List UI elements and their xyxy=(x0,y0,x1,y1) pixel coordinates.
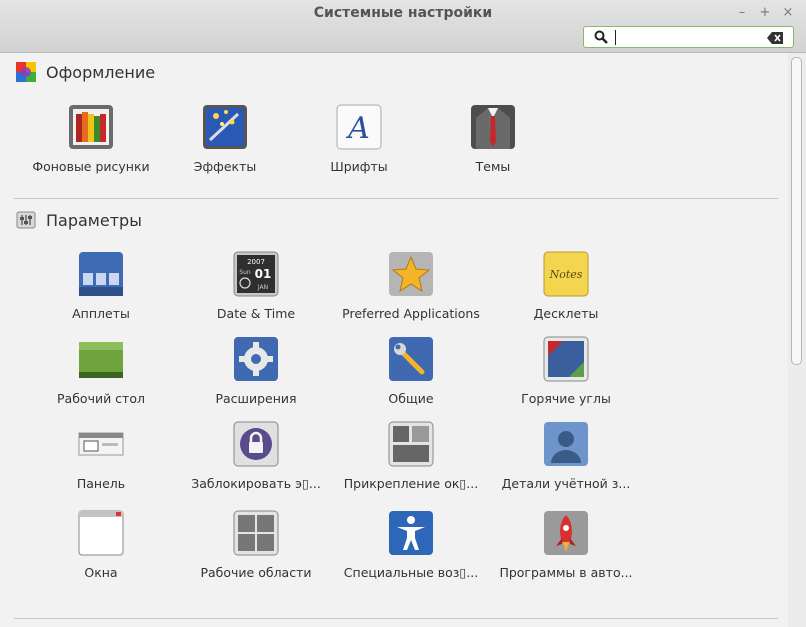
palette-icon xyxy=(16,62,36,82)
settings-item-account-details[interactable]: Детали учётной з... xyxy=(486,421,646,491)
settings-item-label: Окна xyxy=(84,565,118,580)
star-icon xyxy=(389,252,433,296)
settings-item-hot-corners[interactable]: Горячие углы xyxy=(486,336,646,406)
workspaces-icon xyxy=(233,510,279,556)
settings-item-label: Горячие углы xyxy=(521,391,611,406)
vertical-scrollbar[interactable] xyxy=(788,53,806,627)
section-title: Параметры xyxy=(46,210,142,230)
settings-item-label: Preferred Applications xyxy=(342,306,480,321)
close-button[interactable]: × xyxy=(780,5,796,21)
settings-item-window-tiling[interactable]: Прикрепление ок▯... xyxy=(331,421,491,491)
settings-item-desktop[interactable]: Рабочий стол xyxy=(21,336,181,406)
settings-item-accessibility[interactable]: Специальные воз▯... xyxy=(331,510,491,580)
settings-item-applets[interactable]: Апплеты xyxy=(21,251,181,321)
font-glyph: A xyxy=(345,111,370,146)
settings-item-date-time[interactable]: 2007 Sun 01 JAN Date & Time xyxy=(176,251,336,321)
hot-corners-icon xyxy=(543,336,589,382)
notes-text: Notes xyxy=(549,268,583,281)
section-divider xyxy=(14,198,778,199)
section-title: Оформление xyxy=(46,62,156,82)
settings-item-label: Расширения xyxy=(215,391,297,406)
settings-item-label: Десклеты xyxy=(533,306,599,321)
settings-item-panel[interactable]: Панель xyxy=(21,421,181,491)
settings-item-label: Заблокировать э▯... xyxy=(191,476,321,491)
settings-item-screensaver[interactable]: Заблокировать э▯... xyxy=(176,421,336,491)
titlebar: Системные настройки – + × xyxy=(0,0,806,53)
settings-item-label: Рабочие области xyxy=(200,565,312,580)
fonts-icon: A xyxy=(336,104,382,150)
settings-item-workspaces[interactable]: Рабочие области xyxy=(176,510,336,580)
settings-item-label: Date & Time xyxy=(216,306,296,321)
accessibility-icon xyxy=(389,511,433,555)
settings-item-windows[interactable]: Окна xyxy=(21,510,181,580)
settings-item-label: Рабочий стол xyxy=(57,391,145,406)
settings-item-label: Панель xyxy=(76,476,126,491)
gear-icon xyxy=(234,337,278,381)
lock-icon xyxy=(233,421,279,467)
settings-item-label: Прикрепление ок▯... xyxy=(343,476,479,491)
settings-content: Оформление Фоновые рисунки Эффекты A Шри… xyxy=(0,53,788,627)
clear-search-icon[interactable] xyxy=(767,32,783,44)
window-icon xyxy=(78,510,124,556)
text-caret xyxy=(615,30,616,45)
search-icon xyxy=(594,30,608,44)
maximize-button[interactable]: + xyxy=(757,5,773,21)
settings-item-themes[interactable]: Темы xyxy=(413,104,573,174)
themes-icon xyxy=(471,105,515,149)
backgrounds-icon xyxy=(69,105,113,149)
system-settings-window: Системные настройки – + × Оформление Фон… xyxy=(0,0,806,627)
calendar-icon: 2007 Sun 01 JAN xyxy=(233,251,279,297)
section-divider xyxy=(14,618,778,619)
panel-icon xyxy=(78,432,124,456)
settings-item-general[interactable]: Общие xyxy=(331,336,491,406)
search-input[interactable] xyxy=(614,28,754,46)
minimize-button[interactable]: – xyxy=(734,5,750,21)
settings-item-label: Программы в авто... xyxy=(499,565,633,580)
settings-item-label: Темы xyxy=(475,159,511,174)
settings-item-label: Детали учётной з... xyxy=(501,476,631,491)
rocket-icon xyxy=(544,511,588,555)
applets-icon xyxy=(79,252,123,296)
calendar-year: 2007 xyxy=(247,258,265,266)
window-tiling-icon xyxy=(388,421,434,467)
desktop-icon xyxy=(79,342,123,378)
section-header-preferences: Параметры xyxy=(16,209,142,231)
settings-item-startup-applications[interactable]: Программы в авто... xyxy=(486,510,646,580)
preferences-icon xyxy=(16,211,36,229)
calendar-month: JAN xyxy=(257,284,268,291)
window-title: Системные настройки xyxy=(313,5,493,21)
settings-item-desklets[interactable]: Notes Десклеты xyxy=(486,251,646,321)
settings-item-label: Специальные воз▯... xyxy=(343,565,479,580)
scrollbar-thumb[interactable] xyxy=(791,57,802,365)
settings-item-preferred-applications[interactable]: Preferred Applications xyxy=(331,251,491,321)
settings-item-label: Апплеты xyxy=(72,306,130,321)
calendar-day: 01 xyxy=(255,267,272,281)
settings-item-label: Общие xyxy=(388,391,434,406)
wrench-icon xyxy=(389,337,433,381)
user-icon xyxy=(544,422,588,466)
notes-icon: Notes xyxy=(543,251,589,297)
section-header-appearance: Оформление xyxy=(16,61,155,83)
settings-item-extensions[interactable]: Расширения xyxy=(176,336,336,406)
calendar-weekday: Sun xyxy=(239,269,251,276)
effects-icon xyxy=(203,105,247,149)
search-box[interactable] xyxy=(583,26,794,48)
